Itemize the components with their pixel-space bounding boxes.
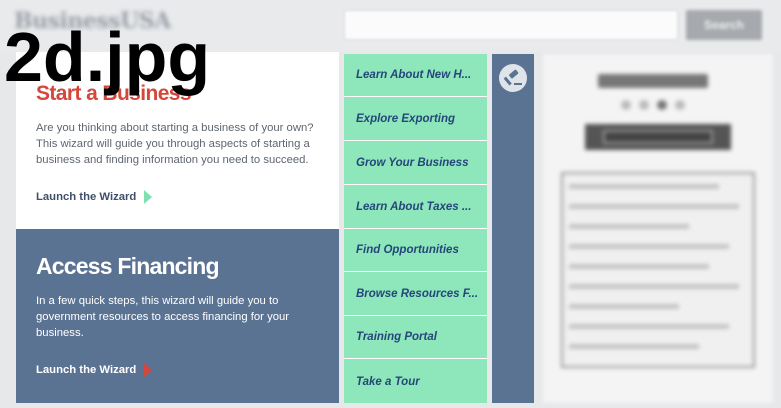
nav-item-taxes[interactable]: Learn About Taxes ... [344,186,487,229]
nav-item-new-hires[interactable]: Learn About New H... [344,54,487,97]
widget-ribbon-label [603,130,713,144]
access-financing-title: Access Financing [36,253,220,279]
wizard-nav: Learn About New H... Explore Exporting G… [344,54,487,403]
widget-list-box [561,172,755,368]
nav-item-take-tour[interactable]: Take a Tour [344,360,487,403]
widget-pager [621,100,685,110]
nav-item-browse-resources[interactable]: Browse Resources F... [344,273,487,316]
nav-item-grow-business[interactable]: Grow Your Business [344,142,487,185]
nav-item-training-portal[interactable]: Training Portal [344,316,487,359]
access-financing-card: Access Financing In a few quick steps, t… [16,229,339,403]
nav-item-opportunities[interactable]: Find Opportunities [344,229,487,272]
start-business-launch-link[interactable]: Launch the Wizard [36,190,153,204]
launch-label: Launch the Wizard [36,364,137,376]
side-strip [492,54,534,403]
nav-item-exporting[interactable]: Explore Exporting [344,98,487,141]
blurred-side-widget [543,54,773,403]
access-financing-launch-link[interactable]: Launch the Wizard [36,363,153,377]
arrow-right-icon [144,190,153,204]
search-input[interactable] [344,10,678,40]
filename-overlay: 2d.jpg [4,18,211,96]
gavel-icon[interactable] [499,64,527,92]
search-button[interactable]: Search [686,10,762,40]
widget-title [598,74,708,88]
start-business-description: Are you thinking about starting a busine… [36,122,314,166]
launch-label: Launch the Wizard [36,191,137,203]
access-financing-description: In a few quick steps, this wizard will g… [36,295,290,339]
arrow-right-icon [144,363,153,377]
